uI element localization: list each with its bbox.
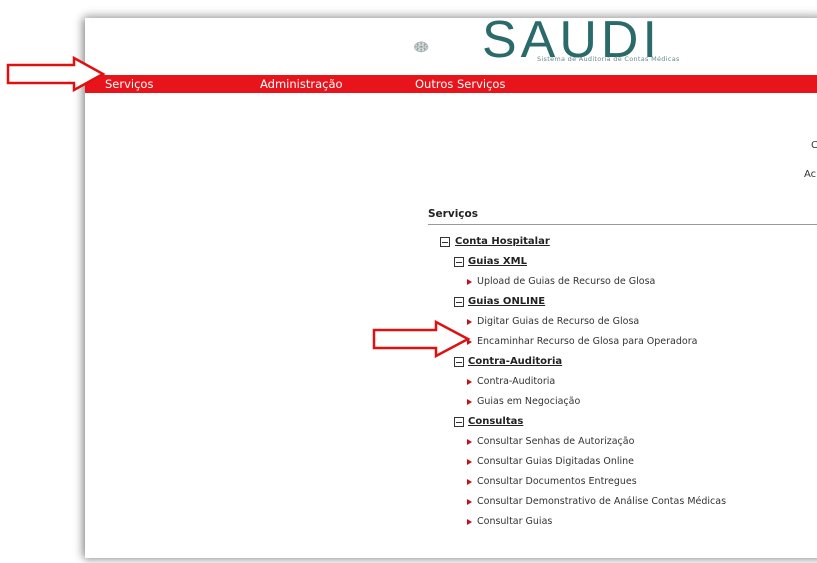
arrow-right-icon <box>372 320 471 358</box>
logo-subtitle: Sistema de Auditoria de Contas Médicas <box>537 55 680 63</box>
tree-root-conta-hospitalar[interactable]: Conta Hospitalar <box>455 236 550 248</box>
nav-outros-servicos[interactable]: Outros Serviços <box>415 75 505 93</box>
collapse-icon[interactable] <box>440 237 450 247</box>
tree-item-upload-guias[interactable]: Upload de Guias de Recurso de Glosa <box>477 276 655 288</box>
tree-group-consultas[interactable]: Consultas <box>468 416 523 428</box>
bullet-icon <box>467 279 472 285</box>
nav-servicos[interactable]: Serviços <box>105 75 153 93</box>
bullet-icon <box>467 499 472 505</box>
tree-item-consultar-documentos[interactable]: Consultar Documentos Entregues <box>477 476 637 488</box>
tree-group-guias-xml[interactable]: Guias XML <box>468 256 527 268</box>
bullet-icon <box>467 439 472 445</box>
tree-group-contra-auditoria[interactable]: Contra-Auditoria <box>468 356 562 368</box>
tree-item-consultar-guias[interactable]: Consultar Guias <box>477 516 552 528</box>
tree-item-guias-negociacao[interactable]: Guias em Negociação <box>477 396 580 408</box>
tree-item-digitar-guias[interactable]: Digitar Guias de Recurso de Glosa <box>477 316 639 328</box>
bullet-icon <box>467 399 472 405</box>
section-divider <box>428 224 817 225</box>
bullet-icon <box>467 379 472 385</box>
tree-item-contra-auditoria[interactable]: Contra-Auditoria <box>477 376 555 388</box>
bullet-icon <box>467 459 472 465</box>
collapse-icon[interactable] <box>454 417 464 427</box>
bullet-icon <box>467 519 472 525</box>
nav-administracao[interactable]: Administração <box>260 75 343 93</box>
clipped-text-2: Ac <box>804 169 817 180</box>
collapse-icon[interactable] <box>454 297 464 307</box>
collapse-icon[interactable] <box>454 357 464 367</box>
clipped-text-1: C <box>811 140 817 151</box>
section-title: Serviços <box>428 208 478 220</box>
tree-item-encaminhar-recurso[interactable]: Encaminhar Recurso de Glosa para Operado… <box>477 336 697 348</box>
tree-item-consultar-demonstrativo[interactable]: Consultar Demonstrativo de Análise Conta… <box>477 496 726 508</box>
tree-group-guias-online[interactable]: Guias ONLINE <box>468 296 545 308</box>
bullet-icon <box>467 479 472 485</box>
tree-item-consultar-senhas[interactable]: Consultar Senhas de Autorização <box>477 436 634 448</box>
screenshot-frame <box>85 18 817 558</box>
arrow-right-icon <box>6 56 106 92</box>
saudi-logo-icon <box>414 41 429 53</box>
collapse-icon[interactable] <box>454 257 464 267</box>
tree-item-consultar-guias-digitadas[interactable]: Consultar Guias Digitadas Online <box>477 456 634 468</box>
logo-title: SAUDI <box>482 14 661 60</box>
